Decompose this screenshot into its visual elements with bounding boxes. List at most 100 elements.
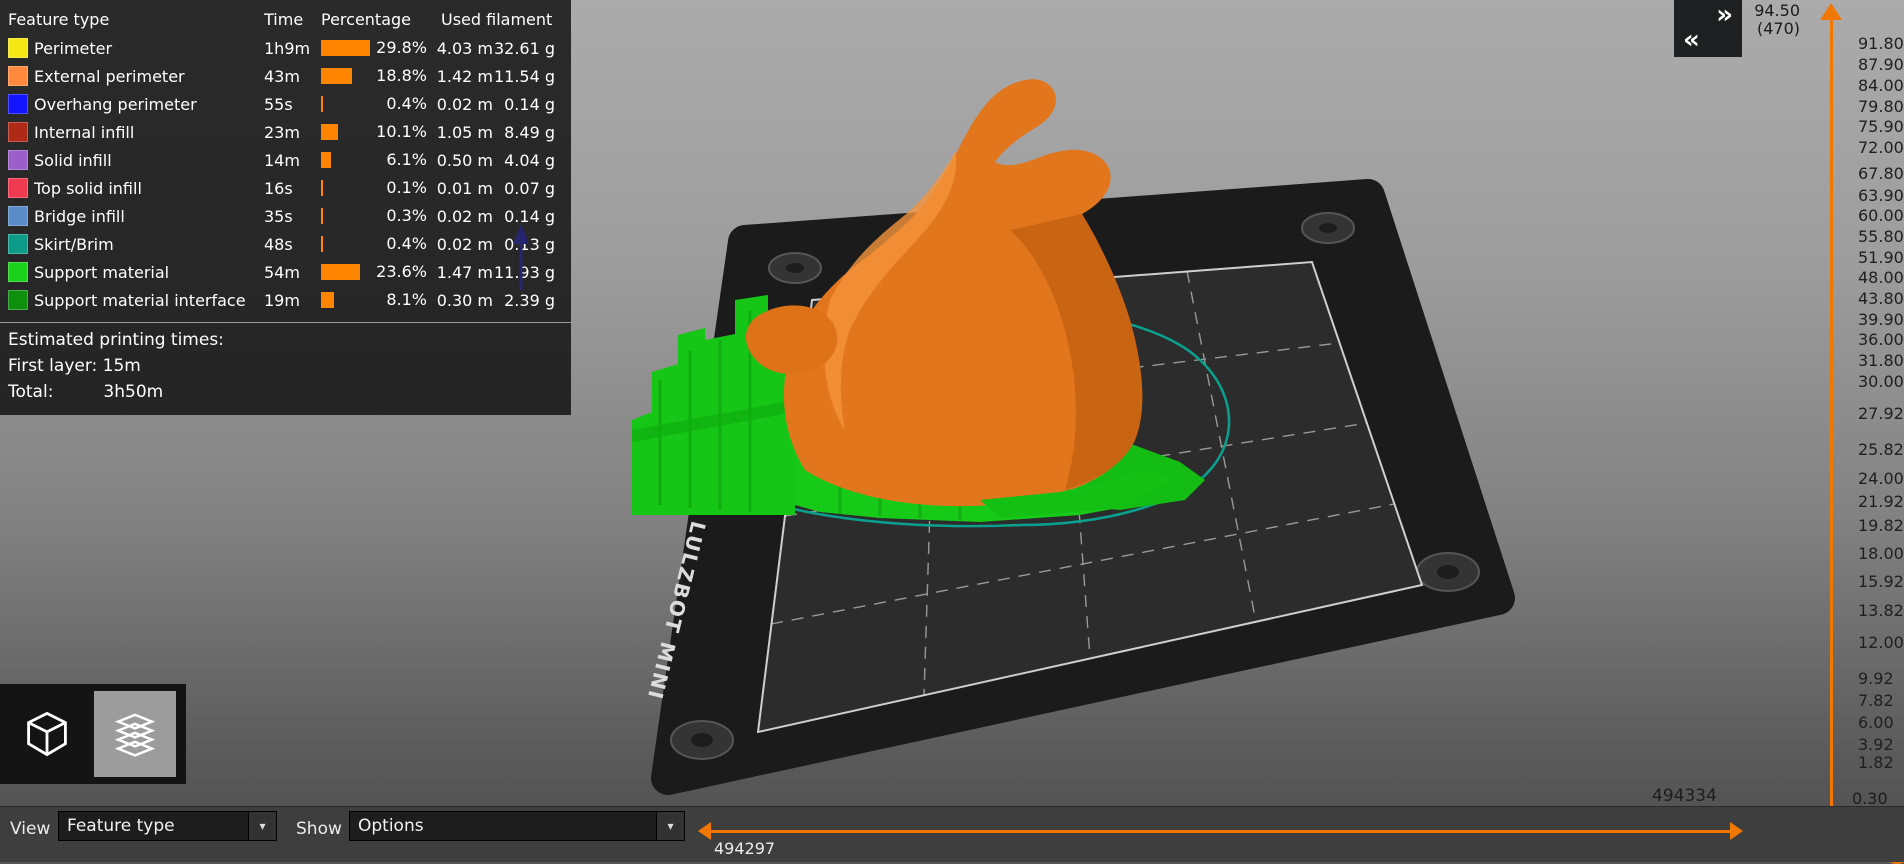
filament-weight: 8.49 g xyxy=(493,123,555,142)
feature-color-swatch xyxy=(8,122,28,142)
percentage-value: 6.1% xyxy=(386,150,427,169)
filament-length: 1.42 m xyxy=(427,67,493,86)
header-time: Time xyxy=(264,10,321,29)
feature-time: 23m xyxy=(264,123,321,142)
filament-weight: 2.39 g xyxy=(493,291,555,310)
view-label: View xyxy=(10,819,50,839)
legend-row: Perimeter1h9m29.8%4.03 m32.61 g xyxy=(0,34,571,62)
first-layer-value: 15m xyxy=(103,356,141,376)
legend-row: Internal infill23m 10.1%1.05 m8.49 g xyxy=(0,118,571,146)
percentage-value: 10.1% xyxy=(376,122,427,141)
layer-slider-top-count: (470) xyxy=(1757,19,1800,38)
layer-slider-top-value: 94.50 xyxy=(1754,1,1800,20)
header-used-filament: Used filament xyxy=(441,10,579,29)
percentage-bar xyxy=(321,264,360,280)
collapse-icon[interactable]: « xyxy=(1683,27,1700,53)
feature-color-swatch xyxy=(8,290,28,310)
feature-label: Solid infill xyxy=(34,151,264,170)
filament-length: 4.03 m xyxy=(427,39,493,58)
feature-time: 19m xyxy=(264,291,321,310)
percentage-bar xyxy=(321,96,323,112)
percentage-value: 0.4% xyxy=(386,94,427,113)
legend-row: Skirt/Brim48s0.4%0.02 m0.13 g xyxy=(0,230,571,258)
filament-length: 1.47 m xyxy=(427,263,493,282)
legend-row: Top solid infill16s0.1%0.01 m0.07 g xyxy=(0,174,571,202)
show-dropdown-value: Options xyxy=(358,816,424,836)
percentage-bar xyxy=(321,68,352,84)
feature-label: Perimeter xyxy=(34,39,264,58)
bottom-bar: View Feature type ▾ Show Options ▾ 49429… xyxy=(0,806,1904,862)
range-slider-right-handle[interactable] xyxy=(1730,822,1743,840)
filament-weight: 0.14 g xyxy=(493,207,555,226)
feature-percentage: 0.1% xyxy=(321,174,427,202)
legend-row: Bridge infill35s0.3%0.02 m0.14 g xyxy=(0,202,571,230)
view-layers-button[interactable] xyxy=(94,691,176,777)
feature-percentage: 23.6% xyxy=(321,258,427,286)
printing-times-title: Estimated printing times: xyxy=(8,327,571,353)
feature-label: Overhang perimeter xyxy=(34,95,264,114)
slicer-preview-window: LULZBOT MINI xyxy=(0,0,1904,862)
view-3d-button[interactable] xyxy=(6,691,88,777)
range-slider-track[interactable] xyxy=(710,830,1731,833)
filament-length: 1.05 m xyxy=(427,123,493,142)
percentage-value: 23.6% xyxy=(376,262,427,281)
percentage-bar xyxy=(321,152,331,168)
feature-percentage: 18.8% xyxy=(321,62,427,90)
expand-icon[interactable]: » xyxy=(1716,2,1733,28)
feature-time: 35s xyxy=(264,207,321,226)
range-min-label: 494297 xyxy=(714,839,775,858)
feature-percentage: 0.4% xyxy=(321,90,427,118)
feature-color-swatch xyxy=(8,66,28,86)
feature-time: 55s xyxy=(264,95,321,114)
layer-slider-top-handle[interactable] xyxy=(1820,3,1842,20)
first-layer-time: First layer: 15m xyxy=(8,353,571,379)
total-value: 3h50m xyxy=(103,382,163,402)
printing-times: Estimated printing times: First layer: 1… xyxy=(0,327,571,405)
filament-length: 0.50 m xyxy=(427,151,493,170)
percentage-value: 0.1% xyxy=(386,178,427,197)
range-max-label: 494334 xyxy=(1652,786,1717,806)
feature-color-swatch xyxy=(8,150,28,170)
legend-row: External perimeter43m 18.8%1.42 m11.54 g xyxy=(0,62,571,90)
percentage-value: 18.8% xyxy=(376,66,427,85)
legend-row: Support material interface19m8.1%0.30 m2… xyxy=(0,286,571,314)
layer-slider-track[interactable] xyxy=(1830,20,1833,812)
show-dropdown[interactable]: Options ▾ xyxy=(349,811,685,841)
feature-label: Internal infill xyxy=(34,123,264,142)
filament-length: 0.02 m xyxy=(427,95,493,114)
view-dropdown[interactable]: Feature type ▾ xyxy=(58,811,277,841)
filament-weight: 11.54 g xyxy=(493,67,555,86)
percentage-bar xyxy=(321,124,338,140)
chevron-down-icon[interactable]: ▾ xyxy=(656,812,684,840)
percentage-bar xyxy=(321,292,334,308)
cube-icon xyxy=(21,708,73,760)
percentage-bar xyxy=(321,180,323,196)
legend-rows: Perimeter1h9m29.8%4.03 m32.61 gExternal … xyxy=(0,34,571,314)
panel-collapse-button[interactable]: » « xyxy=(1674,0,1742,57)
percentage-value: 0.4% xyxy=(386,234,427,253)
feature-color-swatch xyxy=(8,234,28,254)
percentage-bar xyxy=(321,40,370,56)
filament-length: 0.02 m xyxy=(427,207,493,226)
feature-label: External perimeter xyxy=(34,67,264,86)
feature-label: Bridge infill xyxy=(34,207,264,226)
feature-label: Support material interface xyxy=(34,291,264,310)
legend-separator xyxy=(0,322,571,323)
filament-weight: 4.04 g xyxy=(493,151,555,170)
chevron-down-icon[interactable]: ▾ xyxy=(248,812,276,840)
feature-label: Skirt/Brim xyxy=(34,235,264,254)
legend-row: Support material54m23.6%1.47 m11.93 g xyxy=(0,258,571,286)
horizontal-range-slider[interactable]: 494297 xyxy=(698,807,1743,863)
feature-time: 43m xyxy=(264,67,321,86)
feature-color-swatch xyxy=(8,262,28,282)
filament-length: 0.02 m xyxy=(427,235,493,254)
feature-percentage: 29.8% xyxy=(321,34,427,62)
show-label: Show xyxy=(296,819,342,839)
percentage-value: 8.1% xyxy=(386,290,427,309)
feature-color-swatch xyxy=(8,38,28,58)
legend-header: Feature type Time Percentage Used filame… xyxy=(0,4,571,34)
filament-weight: 0.13 g xyxy=(493,235,555,254)
feature-time: 14m xyxy=(264,151,321,170)
feature-percentage: 6.1% xyxy=(321,146,427,174)
feature-percentage: 0.4% xyxy=(321,230,427,258)
